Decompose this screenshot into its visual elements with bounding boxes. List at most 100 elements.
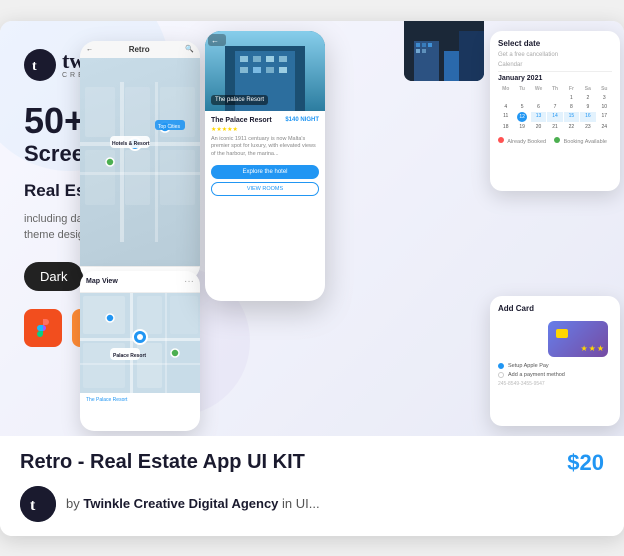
card-number: 245-8549-3455-9547 — [498, 381, 612, 387]
product-card: t twinkle CREATIVE 50+ ios Screens Real … — [0, 21, 624, 536]
author-by: by — [66, 496, 80, 511]
hotel-info: The Palace Resort $140 NIGHT ★★★★★ An ic… — [205, 111, 325, 202]
cal-date: 18 — [498, 123, 513, 131]
cal-date: 3 — [597, 94, 612, 102]
cal-day-fr: Fr — [564, 85, 579, 93]
phone-map-background: Hotels & Resort Top Cities — [80, 58, 200, 266]
phone-add-card: Add Card ★ ★ ★ Setup Apple Pay Add a pay… — [490, 296, 620, 426]
payment-row-method: Add a payment method — [498, 372, 612, 378]
cal-date-range: 14 — [547, 112, 562, 122]
cal-date: 11 — [498, 112, 513, 122]
cal-day-tu: Tu — [514, 85, 529, 93]
cal-date — [498, 94, 513, 102]
cal-date: 4 — [498, 103, 513, 111]
cal-day-su: Su — [597, 85, 612, 93]
explore-btn[interactable]: Explore the hotel — [211, 165, 319, 179]
cal-date: 19 — [514, 123, 529, 131]
phone-mid: ← The palace Resort The Palace Resort $1… — [205, 31, 325, 301]
cal-date: 21 — [547, 123, 562, 131]
phone-back-arrow: ← — [86, 46, 93, 53]
cal-date: 1 — [564, 94, 579, 102]
add-card-title: Add Card — [498, 304, 612, 313]
cal-date: 20 — [531, 123, 546, 131]
price-title-row: Retro - Real Estate App UI KIT $20 — [20, 450, 604, 476]
dark-button[interactable]: Dark — [24, 262, 83, 291]
count-number: 50+ — [24, 100, 85, 141]
payment-method-label: Add a payment method — [508, 372, 565, 378]
hotel-desc: An iconic 1911 centuary is now Malta's p… — [211, 136, 319, 159]
hotel-title-row: The Palace Resort $140 NIGHT — [211, 117, 319, 124]
payment-radio-apple[interactable] — [498, 363, 504, 369]
svg-text:Top Cities: Top Cities — [158, 124, 180, 130]
hotel-name-tag: The palace Resort — [211, 95, 268, 105]
cal-date — [514, 94, 529, 102]
cal-date: 7 — [547, 103, 562, 111]
phone-main: ← Retro 🔍 — [80, 41, 200, 281]
svg-text:t: t — [32, 59, 37, 74]
payment-radio-method[interactable] — [498, 372, 504, 378]
building-background — [404, 21, 484, 81]
cal-day-sa: Sa — [580, 85, 595, 93]
cal-subtitle: Get a free cancellation — [498, 52, 612, 58]
cal-date: 10 — [597, 103, 612, 111]
cal-day-th: Th — [547, 85, 562, 93]
cal-date: 23 — [580, 123, 595, 131]
map-header: Map View ··· — [80, 271, 200, 293]
cal-day-mo: Mo — [498, 85, 513, 93]
hotel-price: $140 NIGHT — [285, 117, 319, 123]
author-avatar: t — [20, 486, 56, 522]
hotel-image: ← The palace Resort — [205, 31, 325, 111]
card-star-1: ★ — [580, 344, 587, 353]
map-view-area: Palace Resort — [80, 293, 200, 393]
cal-date: 22 — [564, 123, 579, 131]
cal-date-range: 16 — [580, 112, 595, 122]
phone-main-inner: ← Retro 🔍 — [80, 41, 200, 281]
cal-title: Select date — [498, 39, 612, 48]
card-chip — [556, 329, 568, 338]
phone-search-icon: 🔍 — [185, 45, 194, 53]
card-star-2: ★ — [589, 344, 596, 353]
cal-month: January 2021 — [498, 75, 612, 82]
map-dots: ··· — [184, 276, 194, 287]
cal-legend: Already Booked Booking Available — [498, 137, 612, 145]
twinkle-logo-icon: t — [24, 49, 56, 81]
cal-date-active[interactable]: 12 — [517, 112, 527, 122]
card-footer: Retro - Real Estate App UI KIT $20 t by … — [0, 436, 624, 536]
author-avatar-svg: t — [20, 486, 56, 522]
cal-date: 2 — [580, 94, 595, 102]
cal-date-range: 15 — [564, 112, 579, 122]
phone-map-view: Map View ··· — [80, 271, 200, 431]
card-star-3: ★ — [597, 344, 604, 353]
map-view-title: Map View — [86, 278, 118, 285]
cal-section: Calendar — [498, 62, 612, 72]
hotel-stars: ★★★★★ — [211, 126, 319, 133]
cal-date: 17 — [597, 112, 612, 122]
cal-date — [531, 94, 546, 102]
svg-text:Palace Resort: Palace Resort — [113, 353, 146, 359]
preview-area: t twinkle CREATIVE 50+ ios Screens Real … — [0, 21, 624, 436]
cal-date — [547, 94, 562, 102]
hotel-overlay: The palace Resort — [205, 31, 325, 111]
legend-available: Booking Available — [554, 137, 607, 145]
hotel-title: The Palace Resort — [211, 117, 272, 124]
product-price: $20 — [567, 450, 604, 476]
view-rooms-btn[interactable]: VIEW ROOMS — [211, 182, 319, 196]
cal-date: 24 — [597, 123, 612, 131]
phone-main-header: ← Retro 🔍 — [80, 41, 200, 58]
credit-card-visual: ★ ★ ★ — [548, 321, 608, 357]
cal-grid: Mo Tu We Th Fr Sa Su 1 2 3 4 5 6 7 — [498, 85, 612, 131]
payment-options: Setup Apple Pay Add a payment method 245… — [498, 363, 612, 387]
cal-date: 8 — [564, 103, 579, 111]
cal-date: 9 — [580, 103, 595, 111]
map-view-svg: Palace Resort — [80, 293, 200, 393]
map-palace-label: The Palace Resort — [86, 397, 127, 403]
author-suffix: in UI... — [282, 496, 320, 511]
legend-available-dot — [554, 137, 560, 143]
phone-calendar: Select date Get a free cancellation Cale… — [490, 31, 620, 191]
phone-header-title: Retro — [129, 45, 150, 54]
payment-apple-label: Setup Apple Pay — [508, 363, 549, 369]
product-title: Retro - Real Estate App UI KIT — [20, 451, 305, 474]
cal-day-we: We — [531, 85, 546, 93]
cal-date: 6 — [531, 103, 546, 111]
svg-text:t: t — [30, 497, 36, 514]
